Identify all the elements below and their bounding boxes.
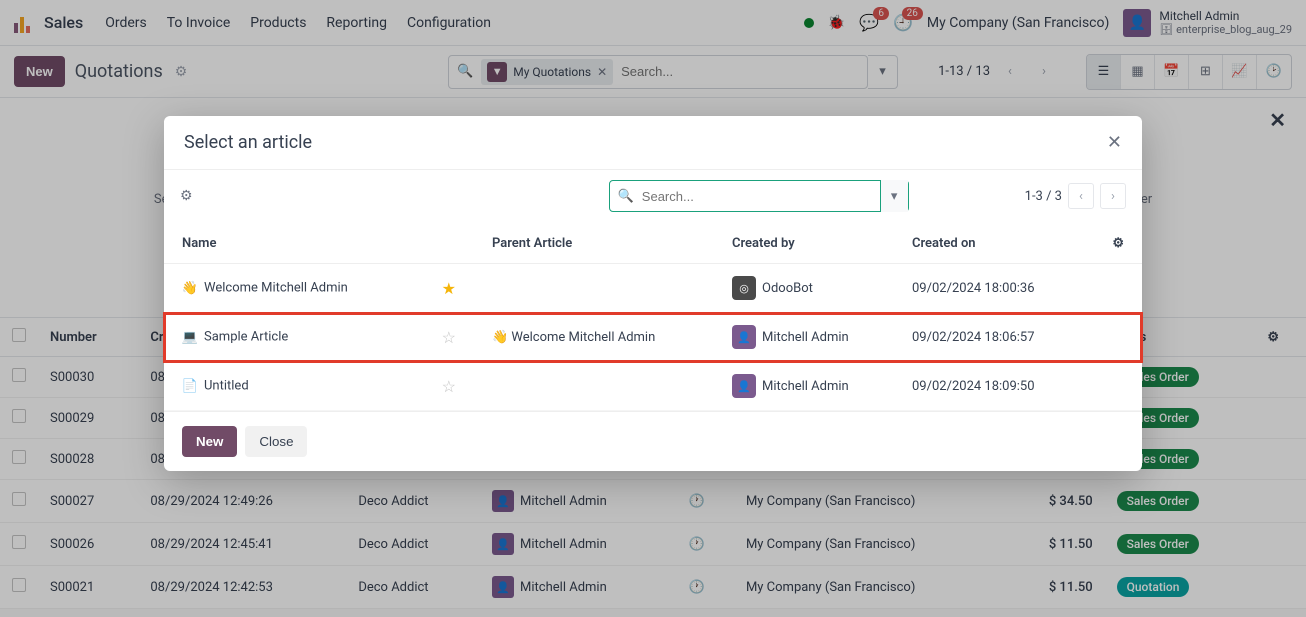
- modal-header-row: Name Parent Article Created by Created o…: [164, 224, 1142, 264]
- modal-new-button[interactable]: New: [182, 426, 237, 457]
- modal-search-input[interactable]: [642, 189, 880, 204]
- modal-close-button[interactable]: Close: [245, 426, 307, 457]
- modal-col-created-on[interactable]: Created on: [894, 224, 1094, 264]
- modal-close-icon[interactable]: ✕: [1107, 132, 1122, 153]
- modal-col-created-by[interactable]: Created by: [714, 224, 894, 264]
- modal-pager-range[interactable]: 1-3 / 3: [1025, 189, 1062, 204]
- modal-row[interactable]: 👋Welcome Mitchell Admin★ ◎OdooBot09/02/20…: [164, 264, 1142, 313]
- cell-created-on: 09/02/2024 18:00:36: [894, 264, 1094, 313]
- cell-created-on: 09/02/2024 18:06:57: [894, 313, 1094, 362]
- creator-avatar-icon: 👤: [732, 325, 756, 349]
- favorite-star-icon[interactable]: ☆: [442, 328, 456, 347]
- modal-col-parent[interactable]: Parent Article: [474, 224, 714, 264]
- cell-created-by: ◎OdooBot: [714, 264, 894, 313]
- creator-avatar-icon: 👤: [732, 374, 756, 398]
- modal-search[interactable]: 🔍 ▾: [609, 180, 909, 212]
- article-emoji-icon: 💻: [182, 329, 198, 345]
- cell-parent: [474, 264, 714, 313]
- article-emoji-icon: 📄: [182, 378, 198, 394]
- cell-parent: [474, 362, 714, 411]
- modal-footer: New Close: [164, 411, 1142, 471]
- favorite-star-icon[interactable]: ★: [442, 279, 456, 298]
- article-emoji-icon: 👋: [182, 280, 198, 296]
- modal-table: Name Parent Article Created by Created o…: [164, 224, 1142, 411]
- cell-parent: 👋 Welcome Mitchell Admin: [474, 313, 714, 362]
- modal-row[interactable]: 💻Sample Article☆👋 Welcome Mitchell Admin…: [164, 313, 1142, 362]
- modal-tools: ⚙ 🔍 ▾ 1-3 / 3 ‹ ›: [164, 170, 1142, 218]
- select-article-modal: Select an article ✕ ⚙ 🔍 ▾ 1-3 / 3 ‹ › Na…: [164, 116, 1142, 471]
- modal-col-name[interactable]: Name: [164, 224, 474, 264]
- cell-name: 💻Sample Article☆: [164, 313, 474, 362]
- cell-created-on: 09/02/2024 18:09:50: [894, 362, 1094, 411]
- modal-header: Select an article ✕: [164, 116, 1142, 170]
- modal-title: Select an article: [184, 132, 312, 153]
- modal-search-icon: 🔍: [610, 189, 642, 204]
- cell-name: 👋Welcome Mitchell Admin★: [164, 264, 474, 313]
- favorite-star-icon[interactable]: ☆: [442, 377, 456, 396]
- modal-row[interactable]: 📄Untitled☆ 👤Mitchell Admin09/02/2024 18:0…: [164, 362, 1142, 411]
- modal-col-options-icon[interactable]: ⚙: [1094, 224, 1142, 264]
- creator-avatar-icon: ◎: [732, 276, 756, 300]
- cell-created-by: 👤Mitchell Admin: [714, 362, 894, 411]
- modal-pager-prev-icon[interactable]: ‹: [1068, 183, 1094, 209]
- modal-gear-icon[interactable]: ⚙: [180, 188, 193, 204]
- cell-name: 📄Untitled☆: [164, 362, 474, 411]
- modal-pager-next-icon[interactable]: ›: [1100, 183, 1126, 209]
- cell-created-by: 👤Mitchell Admin: [714, 313, 894, 362]
- modal-search-dropdown-icon[interactable]: ▾: [880, 180, 908, 212]
- modal-pager: 1-3 / 3 ‹ ›: [1025, 183, 1126, 209]
